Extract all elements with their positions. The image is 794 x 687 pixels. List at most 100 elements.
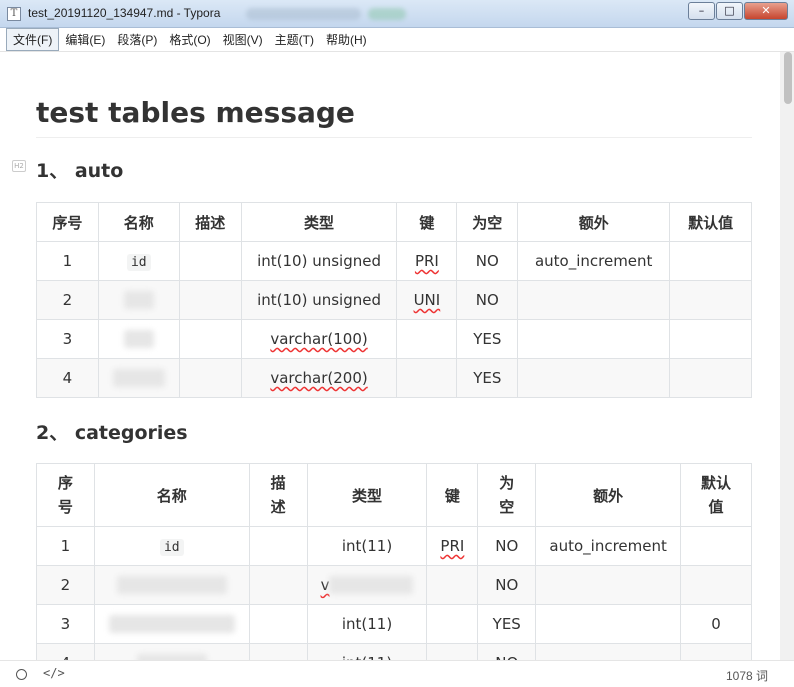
redacted-name bbox=[112, 369, 165, 388]
cell-default bbox=[669, 241, 752, 281]
cell-type: int(11) bbox=[306, 604, 428, 644]
cell-desc bbox=[178, 319, 242, 359]
editor-content[interactable]: H2 test tables message 1、 auto 序号 名称 描述 … bbox=[0, 52, 780, 660]
cell-default bbox=[669, 280, 752, 320]
table-row: 3 int(11) YES 0 bbox=[36, 604, 752, 644]
table-row: 4 varchar(200) YES bbox=[36, 358, 752, 398]
cell-extra: auto_increment bbox=[535, 526, 682, 566]
redacted-name bbox=[123, 291, 154, 310]
column-header: 描述 bbox=[248, 463, 308, 527]
column-header: 为空 bbox=[456, 202, 519, 242]
section-heading-categories[interactable]: 2、 categories bbox=[36, 418, 188, 445]
column-header-text: 序号 bbox=[57, 474, 73, 516]
redacted-name bbox=[108, 615, 235, 634]
cell-null: NO bbox=[477, 526, 537, 566]
column-header: 类型 bbox=[306, 463, 428, 527]
menu-file[interactable]: 文件(F) bbox=[6, 28, 60, 51]
redacted-type bbox=[329, 576, 414, 595]
column-header: 类型 bbox=[240, 202, 398, 242]
cell-type: int(11) bbox=[306, 526, 428, 566]
cell-type: varchar(200) bbox=[240, 358, 398, 398]
cell-default bbox=[680, 526, 752, 566]
vertical-scrollbar[interactable] bbox=[780, 52, 794, 660]
cell-no: 4 bbox=[36, 358, 99, 398]
cell-null: YES bbox=[456, 319, 519, 359]
key-value: UNI bbox=[413, 291, 441, 309]
table-row: 3 varchar(100) YES bbox=[36, 319, 752, 359]
cell-type: v bbox=[306, 565, 428, 605]
source-mode-toggle[interactable]: </> bbox=[43, 666, 65, 680]
key-value: PRI bbox=[440, 537, 465, 555]
table-row: 2 int(10) unsigned UNI NO bbox=[36, 280, 752, 320]
redacted-name bbox=[116, 576, 227, 595]
redacted-name bbox=[123, 330, 154, 349]
cell-null: YES bbox=[477, 604, 537, 644]
table-categories[interactable]: 序号 名称 描述 类型 键 为空 额外 默认值 1 id int(11) PRI… bbox=[36, 463, 752, 660]
cell-key: PRI bbox=[426, 526, 479, 566]
cell-null: NO bbox=[456, 241, 519, 281]
window-title-bar: T test_20191120_134947.md - Typora – □ ✕ bbox=[0, 0, 794, 28]
cell-type: int(11) bbox=[306, 643, 428, 660]
cell-default bbox=[669, 358, 752, 398]
column-header: 名称 bbox=[97, 202, 180, 242]
column-header: 描述 bbox=[178, 202, 242, 242]
table-row: 4 int(11) NO bbox=[36, 643, 752, 660]
cell-no: 2 bbox=[36, 565, 95, 605]
menu-theme[interactable]: 主题(T) bbox=[269, 29, 320, 50]
cell-extra bbox=[517, 280, 671, 320]
cell-type: varchar(100) bbox=[240, 319, 398, 359]
cell-desc bbox=[178, 241, 242, 281]
column-header: 序号 bbox=[36, 463, 95, 527]
cell-desc bbox=[248, 604, 308, 644]
cell-key bbox=[426, 604, 479, 644]
section-heading-auto[interactable]: 1、 auto bbox=[36, 156, 123, 183]
cell-name bbox=[97, 280, 180, 320]
minimize-button[interactable]: – bbox=[688, 2, 715, 20]
cell-no: 3 bbox=[36, 319, 99, 359]
cell-name: id bbox=[93, 526, 250, 566]
column-header: 额外 bbox=[517, 202, 671, 242]
column-header: 额外 bbox=[535, 463, 682, 527]
blurred-tab bbox=[246, 8, 361, 20]
menu-view[interactable]: 视图(V) bbox=[217, 29, 269, 50]
column-header: 名称 bbox=[93, 463, 250, 527]
typora-app-icon: T bbox=[7, 7, 21, 21]
scrollbar-thumb[interactable] bbox=[784, 52, 792, 104]
word-count[interactable]: 1078 词 bbox=[726, 667, 768, 684]
column-header: 默认值 bbox=[680, 463, 752, 527]
cell-key: UNI bbox=[396, 280, 458, 320]
cell-desc bbox=[248, 643, 308, 660]
heading-level-marker: H2 bbox=[12, 160, 26, 172]
column-header-text: 为空 bbox=[499, 474, 515, 516]
window-title: test_20191120_134947.md - Typora bbox=[28, 6, 221, 20]
column-header: 键 bbox=[426, 463, 479, 527]
close-button[interactable]: ✕ bbox=[744, 2, 788, 20]
window-controls: – □ ✕ bbox=[687, 2, 788, 20]
outline-toggle-icon[interactable] bbox=[16, 669, 27, 680]
cell-extra bbox=[517, 358, 671, 398]
table-row: 1 id int(11) PRI NO auto_increment bbox=[36, 526, 752, 566]
cell-name: id bbox=[97, 241, 180, 281]
cell-no: 3 bbox=[36, 604, 95, 644]
table-auto[interactable]: 序号 名称 描述 类型 键 为空 额外 默认值 1 id int(10) uns… bbox=[36, 202, 752, 398]
menu-format[interactable]: 格式(O) bbox=[163, 29, 216, 50]
cell-null: NO bbox=[456, 280, 519, 320]
column-header: 序号 bbox=[36, 202, 99, 242]
menu-help[interactable]: 帮助(H) bbox=[320, 29, 373, 50]
cell-key bbox=[396, 358, 458, 398]
document-title[interactable]: test tables message bbox=[36, 96, 752, 138]
menu-bar: 文件(F) 编辑(E) 段落(P) 格式(O) 视图(V) 主题(T) 帮助(H… bbox=[0, 28, 794, 52]
maximize-button[interactable]: □ bbox=[716, 2, 743, 20]
cell-extra bbox=[535, 643, 682, 660]
cell-name bbox=[93, 643, 250, 660]
table-header-row: 序号 名称 描述 类型 键 为空 额外 默认值 bbox=[36, 202, 752, 242]
cell-no: 1 bbox=[36, 241, 99, 281]
menu-edit[interactable]: 编辑(E) bbox=[59, 29, 111, 50]
cell-extra bbox=[517, 319, 671, 359]
cell-extra bbox=[535, 565, 682, 605]
menu-paragraph[interactable]: 段落(P) bbox=[111, 29, 163, 50]
cell-desc bbox=[248, 526, 308, 566]
table-header-row: 序号 名称 描述 类型 键 为空 额外 默认值 bbox=[36, 463, 752, 527]
column-header: 默认值 bbox=[669, 202, 752, 242]
column-header: 键 bbox=[396, 202, 458, 242]
